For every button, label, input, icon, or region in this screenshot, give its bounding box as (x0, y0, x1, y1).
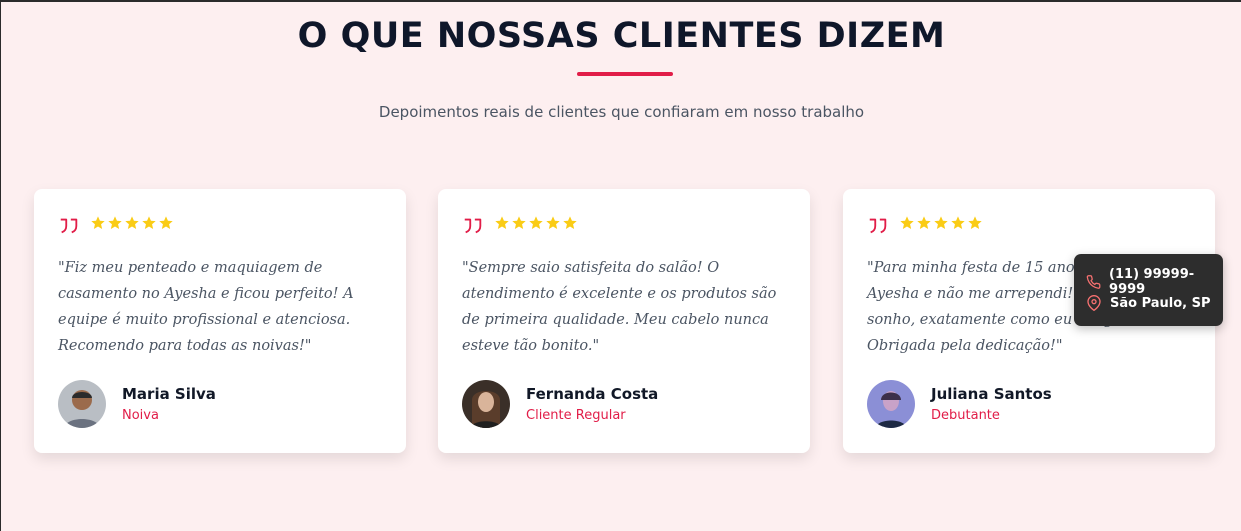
quote-icon (60, 218, 78, 234)
star-icon (563, 216, 577, 229)
client-name: Juliana Santos (931, 385, 1052, 403)
star-icon (495, 216, 509, 229)
location-text: São Paulo, SP (1110, 295, 1211, 311)
star-icon (934, 216, 948, 229)
star-icon (108, 216, 122, 229)
star-icon (900, 216, 914, 229)
client-name: Maria Silva (122, 385, 216, 403)
phone-icon (1086, 275, 1101, 289)
title-underline (577, 72, 673, 76)
testimonial-text: "Sempre saio satisfeita do salão! O aten… (462, 260, 777, 354)
star-icon (951, 216, 965, 229)
testimonial-text: "Fiz meu penteado e maquiagem de casamen… (58, 260, 354, 354)
map-pin-icon (1087, 295, 1101, 311)
star-icon (529, 216, 543, 229)
star-icon (159, 216, 173, 229)
rating-stars (899, 215, 983, 233)
location-row: São Paulo, SP (1086, 295, 1211, 311)
client-name: Fernanda Costa (526, 385, 659, 403)
client-role: Cliente Regular (526, 408, 626, 423)
client-role: Debutante (931, 408, 1000, 423)
avatar (867, 380, 915, 428)
testimonial-card: "Sempre saio satisfeita do salão! O aten… (438, 189, 810, 453)
avatar (462, 380, 510, 428)
phone-text: (11) 99999-9999 (1109, 267, 1195, 297)
avatar (58, 380, 106, 428)
phone-row[interactable]: (11) 99999-9999 (1086, 267, 1223, 297)
star-icon (546, 216, 560, 229)
section-subtitle: Depoimentos reais de clientes que confia… (378, 103, 865, 121)
rating-stars (494, 215, 578, 233)
star-icon (125, 216, 139, 229)
star-icon (512, 216, 526, 229)
rating-stars (90, 215, 174, 233)
star-icon (968, 216, 982, 229)
star-icon (917, 216, 931, 229)
contact-tooltip: (11) 99999-9999 São Paulo, SP (1074, 254, 1223, 326)
star-icon (91, 216, 105, 229)
client-role: Noiva (122, 408, 159, 423)
star-icon (142, 216, 156, 229)
quote-icon (464, 218, 482, 234)
section-title: O QUE NOSSAS CLIENTES DIZEM (297, 16, 946, 56)
testimonial-card: "Fiz meu penteado e maquiagem de casamen… (34, 189, 406, 453)
quote-icon (869, 218, 887, 234)
